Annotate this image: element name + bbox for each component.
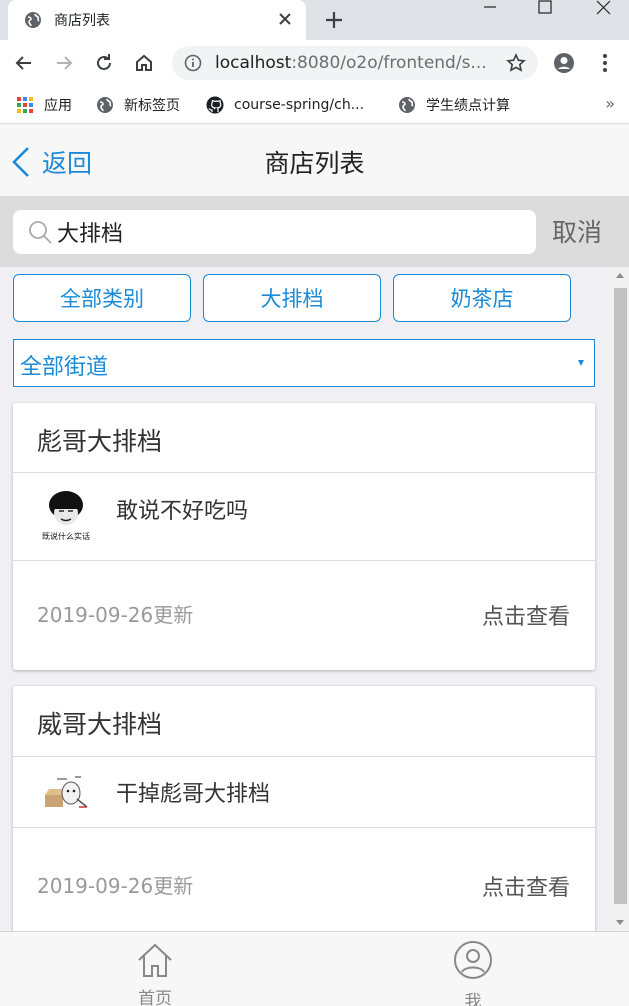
reload-icon[interactable] — [93, 52, 115, 74]
minimize-icon[interactable] — [470, 0, 510, 20]
window-close-icon[interactable] — [583, 0, 623, 20]
new-tab-icon[interactable] — [322, 8, 346, 32]
nav-bar: 返回 商店列表 — [0, 125, 629, 197]
search-icon — [29, 221, 52, 244]
shop-card[interactable]: 彪哥大排档 既说什么实话 敢说不好吃吗 2019-09-26更新 点击查看 — [13, 403, 595, 670]
url-path: :8080/o2o/frontend/s... — [291, 53, 487, 73]
shop-card-header: 威哥大排档 — [13, 686, 595, 757]
search-input[interactable] — [57, 216, 517, 248]
bookmarks-overflow-button[interactable]: » — [605, 94, 615, 113]
globe-icon — [97, 97, 113, 113]
globe-icon — [25, 12, 41, 28]
forward-arrow-icon[interactable] — [53, 52, 75, 74]
tab-home-label: 首页 — [138, 989, 172, 1006]
scrollbar-thumb[interactable] — [614, 288, 627, 904]
shop-list-page: 返回 商店列表 取消 全部类别 大排档 奶茶店 全部街道 彪哥大排档 — [0, 125, 629, 1006]
tab-me-label: 我 — [464, 992, 482, 1006]
browser-tabstrip: 商店列表 — [0, 0, 629, 40]
address-bar[interactable]: localhost:8080/o2o/frontend/s... — [172, 46, 538, 80]
bookmark-label: 学生绩点计算 — [426, 98, 510, 114]
shop-update-time: 2019-09-26更新 — [37, 603, 194, 627]
shop-name: 威哥大排档 — [37, 710, 163, 739]
shop-card-body: 干掉彪哥大排档 — [13, 757, 595, 828]
shop-thumbnail: 既说什么实话 — [42, 491, 90, 541]
category-row: 全部类别 大排档 奶茶店 — [13, 274, 593, 322]
thumbnail-caption: 既说什么实话 — [42, 531, 90, 541]
home-icon[interactable] — [133, 52, 155, 74]
scroll-down-icon[interactable] — [616, 920, 624, 925]
bookmark-label: 应用 — [44, 98, 72, 114]
search-box — [13, 210, 536, 254]
profile-icon[interactable] — [553, 52, 575, 74]
browser-toolbar: localhost:8080/o2o/frontend/s... — [0, 40, 629, 86]
category-button-all[interactable]: 全部类别 — [13, 274, 191, 322]
cancel-button[interactable]: 取消 — [552, 213, 602, 249]
shop-card-header: 彪哥大排档 — [13, 403, 595, 473]
shop-description: 干掉彪哥大排档 — [116, 782, 271, 807]
bookmark-label: 新标签页 — [124, 98, 180, 114]
user-icon — [454, 941, 492, 979]
shop-description: 敢说不好吃吗 — [116, 499, 249, 524]
content-scroll-area: 全部类别 大排档 奶茶店 全部街道 彪哥大排档 既说什么实话 敢说不好吃吗 20… — [0, 267, 612, 931]
scrollbar[interactable] — [612, 267, 629, 931]
bottom-tab-bar: 首页 我 — [0, 931, 629, 1006]
shop-thumbnail — [45, 776, 88, 808]
bookmarks-bar: 应用 新标签页 course-spring/ch... 学生绩点计算 » — [0, 86, 629, 124]
star-icon[interactable] — [506, 53, 526, 73]
shop-name: 彪哥大排档 — [37, 427, 163, 456]
menu-dots-icon[interactable] — [594, 52, 616, 74]
close-tab-icon[interactable] — [274, 8, 296, 30]
page-title: 商店列表 — [264, 149, 365, 178]
tab-title: 商店列表 — [54, 13, 110, 29]
browser-tab[interactable]: 商店列表 — [8, 0, 306, 40]
home-icon — [138, 943, 172, 977]
bookmark-new-tab[interactable]: 新标签页 — [96, 94, 180, 116]
apps-grid-icon — [17, 97, 33, 113]
globe-icon — [399, 97, 415, 113]
category-button-milk-tea[interactable]: 奶茶店 — [393, 274, 571, 322]
shop-update-time: 2019-09-26更新 — [37, 874, 194, 898]
view-shop-link[interactable]: 点击查看 — [482, 870, 570, 902]
area-select-value: 全部街道 — [20, 355, 109, 380]
bookmark-apps[interactable]: 应用 — [16, 94, 72, 116]
view-shop-link[interactable]: 点击查看 — [482, 599, 570, 631]
search-bar: 取消 — [0, 197, 629, 267]
scroll-up-icon[interactable] — [616, 273, 624, 278]
github-icon — [206, 96, 224, 114]
maximize-icon[interactable] — [525, 0, 565, 20]
url-host: localhost — [215, 53, 292, 73]
shop-card-body: 既说什么实话 敢说不好吃吗 — [13, 473, 595, 561]
bookmark-label: course-spring/ch... — [234, 97, 365, 113]
chevron-down-icon — [578, 360, 584, 366]
tab-home[interactable]: 首页 — [95, 932, 215, 1006]
shop-card[interactable]: 威哥大排档 干掉彪哥大排档 2019-09-26更新 点击查看 — [13, 686, 595, 931]
tab-me[interactable]: 我 — [413, 932, 533, 1006]
bookmark-github[interactable]: course-spring/ch... — [206, 94, 364, 116]
back-arrow-icon[interactable] — [13, 52, 35, 74]
area-select[interactable]: 全部街道 — [13, 339, 595, 387]
category-button-food-stall[interactable]: 大排档 — [203, 274, 381, 322]
bookmark-gpa[interactable]: 学生绩点计算 — [398, 94, 510, 116]
info-icon[interactable] — [184, 54, 202, 72]
url-text: localhost:8080/o2o/frontend/s... — [215, 53, 493, 73]
